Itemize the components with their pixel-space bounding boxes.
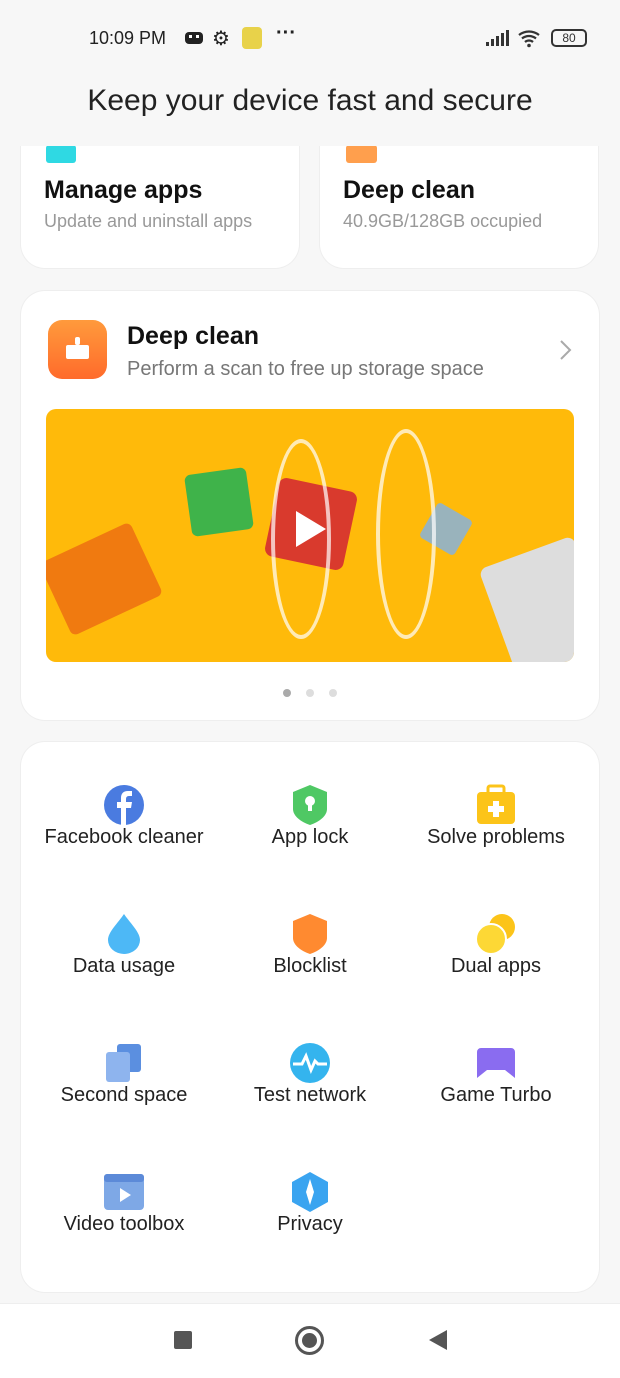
- recents-button[interactable]: [174, 1331, 192, 1349]
- tool-blocklist[interactable]: Blocklist: [210, 913, 410, 977]
- carousel-dot[interactable]: [306, 689, 314, 697]
- feature-title: Deep clean: [127, 322, 260, 350]
- deep-clean-banner[interactable]: [46, 409, 574, 662]
- gear-icon: ⚙: [212, 28, 230, 50]
- card-subtitle: Update and uninstall apps: [44, 211, 253, 231]
- shield-lock-icon: [293, 785, 327, 825]
- tool-second-space[interactable]: Second space: [24, 1042, 224, 1106]
- status-bar: 10:09 PM ⚙ ··· 80: [0, 22, 620, 52]
- drop-icon: [108, 914, 140, 954]
- gamepad-icon: [185, 32, 203, 44]
- page-title: Keep your device fast and secure: [87, 84, 533, 117]
- tool-video-toolbox[interactable]: Video toolbox: [24, 1171, 224, 1235]
- deep-clean-icon: [346, 145, 377, 163]
- tool-test-network[interactable]: Test network: [210, 1042, 410, 1106]
- clock: 10:09 PM: [89, 28, 167, 48]
- gamepad-icon: [477, 1048, 515, 1078]
- dual-circles-icon: [475, 914, 515, 955]
- tool-label: Privacy: [277, 1213, 343, 1235]
- tool-game-turbo[interactable]: Game Turbo: [396, 1042, 596, 1106]
- tool-solve-problems[interactable]: Solve problems: [396, 784, 596, 848]
- tool-dual-apps[interactable]: Dual apps: [396, 913, 596, 977]
- wifi-icon: [518, 30, 540, 48]
- shield-icon: [293, 914, 327, 954]
- card-title: Manage apps: [44, 176, 203, 204]
- navigation-bar: [0, 1303, 620, 1378]
- tool-label: Dual apps: [450, 955, 542, 977]
- manage-apps-icon: [46, 145, 76, 163]
- carousel-dot-active[interactable]: [283, 689, 291, 697]
- chevron-right-icon[interactable]: [559, 339, 573, 361]
- card-subtitle: 40.9GB/128GB occupied: [343, 211, 543, 231]
- signal-icon: [486, 30, 509, 46]
- tool-label: Video toolbox: [63, 1213, 185, 1235]
- tool-data-usage[interactable]: Data usage: [24, 913, 224, 977]
- app-avatar-icon: [242, 27, 262, 49]
- deep-clean-feature-card[interactable]: Deep clean Perform a scan to free up sto…: [21, 291, 599, 720]
- more-icon: ···: [276, 22, 296, 44]
- tools-card: Facebook cleaner App lock Solve problems…: [21, 742, 599, 1292]
- tool-label: Facebook cleaner: [44, 826, 204, 848]
- tool-label: Test network: [253, 1084, 367, 1106]
- second-space-icon: [106, 1044, 141, 1082]
- privacy-icon: [292, 1172, 328, 1212]
- tool-app-lock[interactable]: App lock: [210, 784, 410, 848]
- home-button[interactable]: [295, 1326, 324, 1355]
- card-title: Deep clean: [343, 176, 476, 204]
- video-icon: [104, 1174, 144, 1210]
- deep-clean-card[interactable]: Deep clean 40.9GB/128GB occupied: [320, 130, 598, 268]
- tool-label: Blocklist: [273, 955, 347, 977]
- tool-facebook-cleaner[interactable]: Facebook cleaner: [24, 784, 224, 848]
- tool-label: Data usage: [72, 955, 176, 977]
- manage-apps-card[interactable]: Manage apps Update and uninstall apps: [21, 130, 299, 268]
- facebook-icon: [104, 785, 144, 825]
- carousel-dot[interactable]: [329, 689, 337, 697]
- tool-label: Solve problems: [427, 826, 565, 848]
- broom-icon: [48, 320, 107, 379]
- scroll-fade: [0, 118, 620, 146]
- feature-subtitle: Perform a scan to free up storage space: [127, 358, 484, 380]
- back-button[interactable]: [429, 1330, 447, 1350]
- battery-icon: 80: [551, 29, 587, 47]
- first-aid-icon: [477, 784, 515, 824]
- tool-label: App lock: [271, 826, 349, 848]
- tool-label: Second space: [60, 1084, 188, 1106]
- pulse-icon: [290, 1043, 330, 1083]
- tool-label: Game Turbo: [440, 1084, 552, 1106]
- tool-privacy[interactable]: Privacy: [210, 1171, 410, 1235]
